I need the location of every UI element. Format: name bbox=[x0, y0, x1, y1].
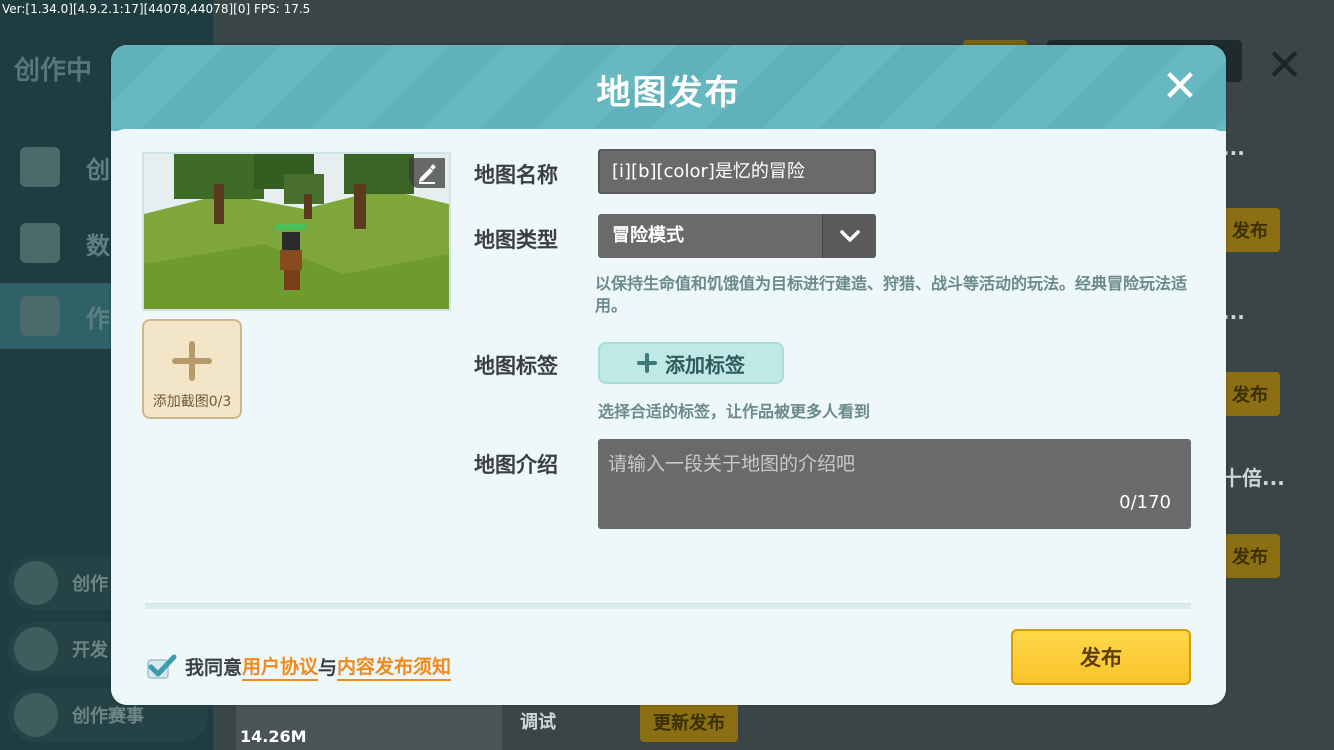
intro-placeholder: 请输入一段关于地图的介绍吧 bbox=[608, 453, 856, 475]
map-preview-image bbox=[144, 154, 449, 309]
tag-hint: 选择合适的标签，让作品被更多人看到 bbox=[598, 402, 871, 421]
trophy-icon bbox=[14, 693, 58, 737]
close-icon[interactable]: ✕ bbox=[1160, 65, 1200, 109]
background-close-icon: ✕ bbox=[1266, 40, 1303, 91]
background-bottom-label: 创作 bbox=[72, 574, 108, 595]
checkmark-icon bbox=[147, 654, 177, 679]
add-screenshot-button[interactable]: 添加截图0/3 bbox=[142, 319, 242, 419]
developer-icon bbox=[14, 627, 58, 671]
background-nav-label: 创 bbox=[86, 155, 110, 184]
map-type-select[interactable]: 冒险模式 bbox=[598, 214, 876, 258]
background-bottom-label: 开发 bbox=[72, 640, 108, 661]
background-thumbnail: 14.26M bbox=[236, 700, 502, 750]
chevron-down-icon[interactable] bbox=[822, 214, 876, 258]
pencil-icon[interactable] bbox=[409, 158, 445, 188]
map-type-description: 以保持生命值和饥饿值为目标进行建造、狩猎、战斗等活动的玩法。经典冒险玩法适用。 bbox=[595, 274, 1188, 315]
agree-prefix: 我同意 bbox=[185, 657, 243, 679]
map-type-value: 冒险模式 bbox=[612, 225, 684, 246]
plus-icon bbox=[637, 353, 657, 373]
publish-button[interactable]: 发布 bbox=[1011, 629, 1191, 685]
dialog-title: 地图发布 bbox=[596, 73, 741, 113]
background-bottom-label: 创作赛事 bbox=[72, 706, 144, 727]
map-publish-dialog: 地图发布 ✕ 添加截图0/3 地图名称 [i][b][color]是忆的冒险 地… bbox=[111, 45, 1226, 705]
map-name-label: 地图名称 bbox=[474, 163, 558, 187]
plus-icon bbox=[172, 341, 212, 381]
agree-conjunction: 与 bbox=[318, 657, 338, 679]
background-sidebar-title: 创作中 bbox=[14, 56, 93, 86]
add-tag-button[interactable]: 添加标签 bbox=[598, 342, 784, 384]
dialog-header: 地图发布 ✕ bbox=[111, 45, 1226, 131]
background-nav-label: 数 bbox=[86, 231, 110, 260]
map-tag-label: 地图标签 bbox=[474, 354, 558, 378]
planet-icon bbox=[14, 561, 58, 605]
add-screenshot-label: 添加截图0/3 bbox=[152, 394, 232, 410]
agreement-row: 我同意 用户协议 与 内容发布须知 bbox=[147, 652, 452, 681]
chart-icon bbox=[20, 223, 60, 263]
background-thumb-size: 14.26M bbox=[240, 727, 307, 746]
edit-icon bbox=[20, 296, 60, 336]
background-list-dots: 十倍... bbox=[1222, 466, 1285, 490]
map-intro-label: 地图介绍 bbox=[474, 453, 558, 477]
map-type-label: 地图类型 bbox=[474, 228, 558, 252]
background-update-publish-button: 更新发布 bbox=[640, 702, 738, 742]
map-name-input[interactable]: [i][b][color]是忆的冒险 bbox=[598, 149, 876, 194]
add-tag-label: 添加标签 bbox=[665, 352, 745, 377]
debug-info: Ver:[1.34.0][4.9.2.1:17][44078,44078][0]… bbox=[2, 2, 311, 16]
content-publish-notice-link[interactable]: 内容发布须知 bbox=[337, 652, 452, 681]
intro-char-counter: 0/170 bbox=[1119, 492, 1171, 513]
map-screenshot[interactable] bbox=[142, 152, 451, 311]
map-intro-textarea[interactable]: 请输入一段关于地图的介绍吧 0/170 bbox=[598, 439, 1191, 529]
divider bbox=[145, 603, 1191, 609]
background-nav-label: 作 bbox=[86, 304, 110, 333]
background-debug-label: 调试 bbox=[520, 712, 556, 733]
agree-checkbox[interactable] bbox=[147, 654, 177, 680]
create-icon bbox=[20, 147, 60, 187]
user-agreement-link[interactable]: 用户协议 bbox=[242, 652, 319, 681]
dialog-body: 添加截图0/3 地图名称 [i][b][color]是忆的冒险 地图类型 冒险模… bbox=[111, 129, 1226, 705]
